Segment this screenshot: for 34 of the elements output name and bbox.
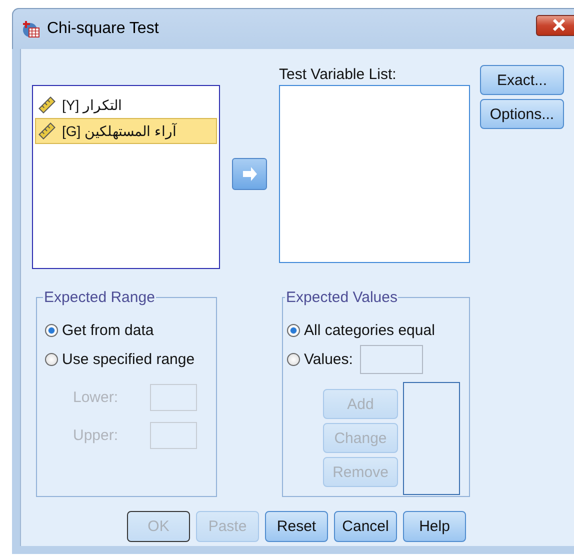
variable-item[interactable]: [G] آراء المستهلكين <box>35 118 217 144</box>
test-variable-list[interactable] <box>279 85 470 263</box>
group-title: Expected Range <box>43 289 156 306</box>
field-label: Upper: <box>73 426 120 444</box>
dialog-button[interactable]: Exact... <box>480 65 564 95</box>
close-button[interactable] <box>536 14 574 36</box>
group-title: Expected Values <box>285 289 398 306</box>
input-field[interactable] <box>360 345 423 374</box>
dialog-button[interactable]: Help <box>403 511 466 542</box>
input-field[interactable] <box>150 384 197 410</box>
variable-label: [G] آراء المستهلكين <box>62 123 176 139</box>
field-label: Lower: <box>73 388 120 406</box>
variable-item[interactable]: [Y] التكرار <box>35 92 217 118</box>
input-field[interactable] <box>150 422 197 448</box>
table-icon <box>22 20 40 38</box>
dialog-button[interactable]: Options... <box>480 99 564 129</box>
radio-option[interactable]: Use specified range <box>45 345 208 374</box>
radio-option[interactable]: Get from data <box>45 316 208 345</box>
radio-option[interactable]: Values: <box>287 345 353 374</box>
radio-option[interactable]: All categories equal <box>287 316 435 345</box>
move-button[interactable] <box>232 158 267 190</box>
radio-button[interactable] <box>45 353 58 366</box>
values-list[interactable] <box>403 382 460 495</box>
window-title: Chi-square Test <box>47 20 159 38</box>
dialog-button[interactable]: Reset <box>265 511 328 542</box>
radio-button[interactable] <box>45 324 58 337</box>
close-icon <box>552 19 566 31</box>
radio-button[interactable] <box>287 353 300 366</box>
ruler-icon <box>38 122 56 140</box>
list-label: Test Variable List: <box>279 65 398 85</box>
variable-label: [Y] التكرار <box>62 97 122 113</box>
arrow-icon <box>242 167 258 181</box>
radio-button[interactable] <box>287 324 300 337</box>
dialog-button[interactable]: Cancel <box>334 511 397 542</box>
